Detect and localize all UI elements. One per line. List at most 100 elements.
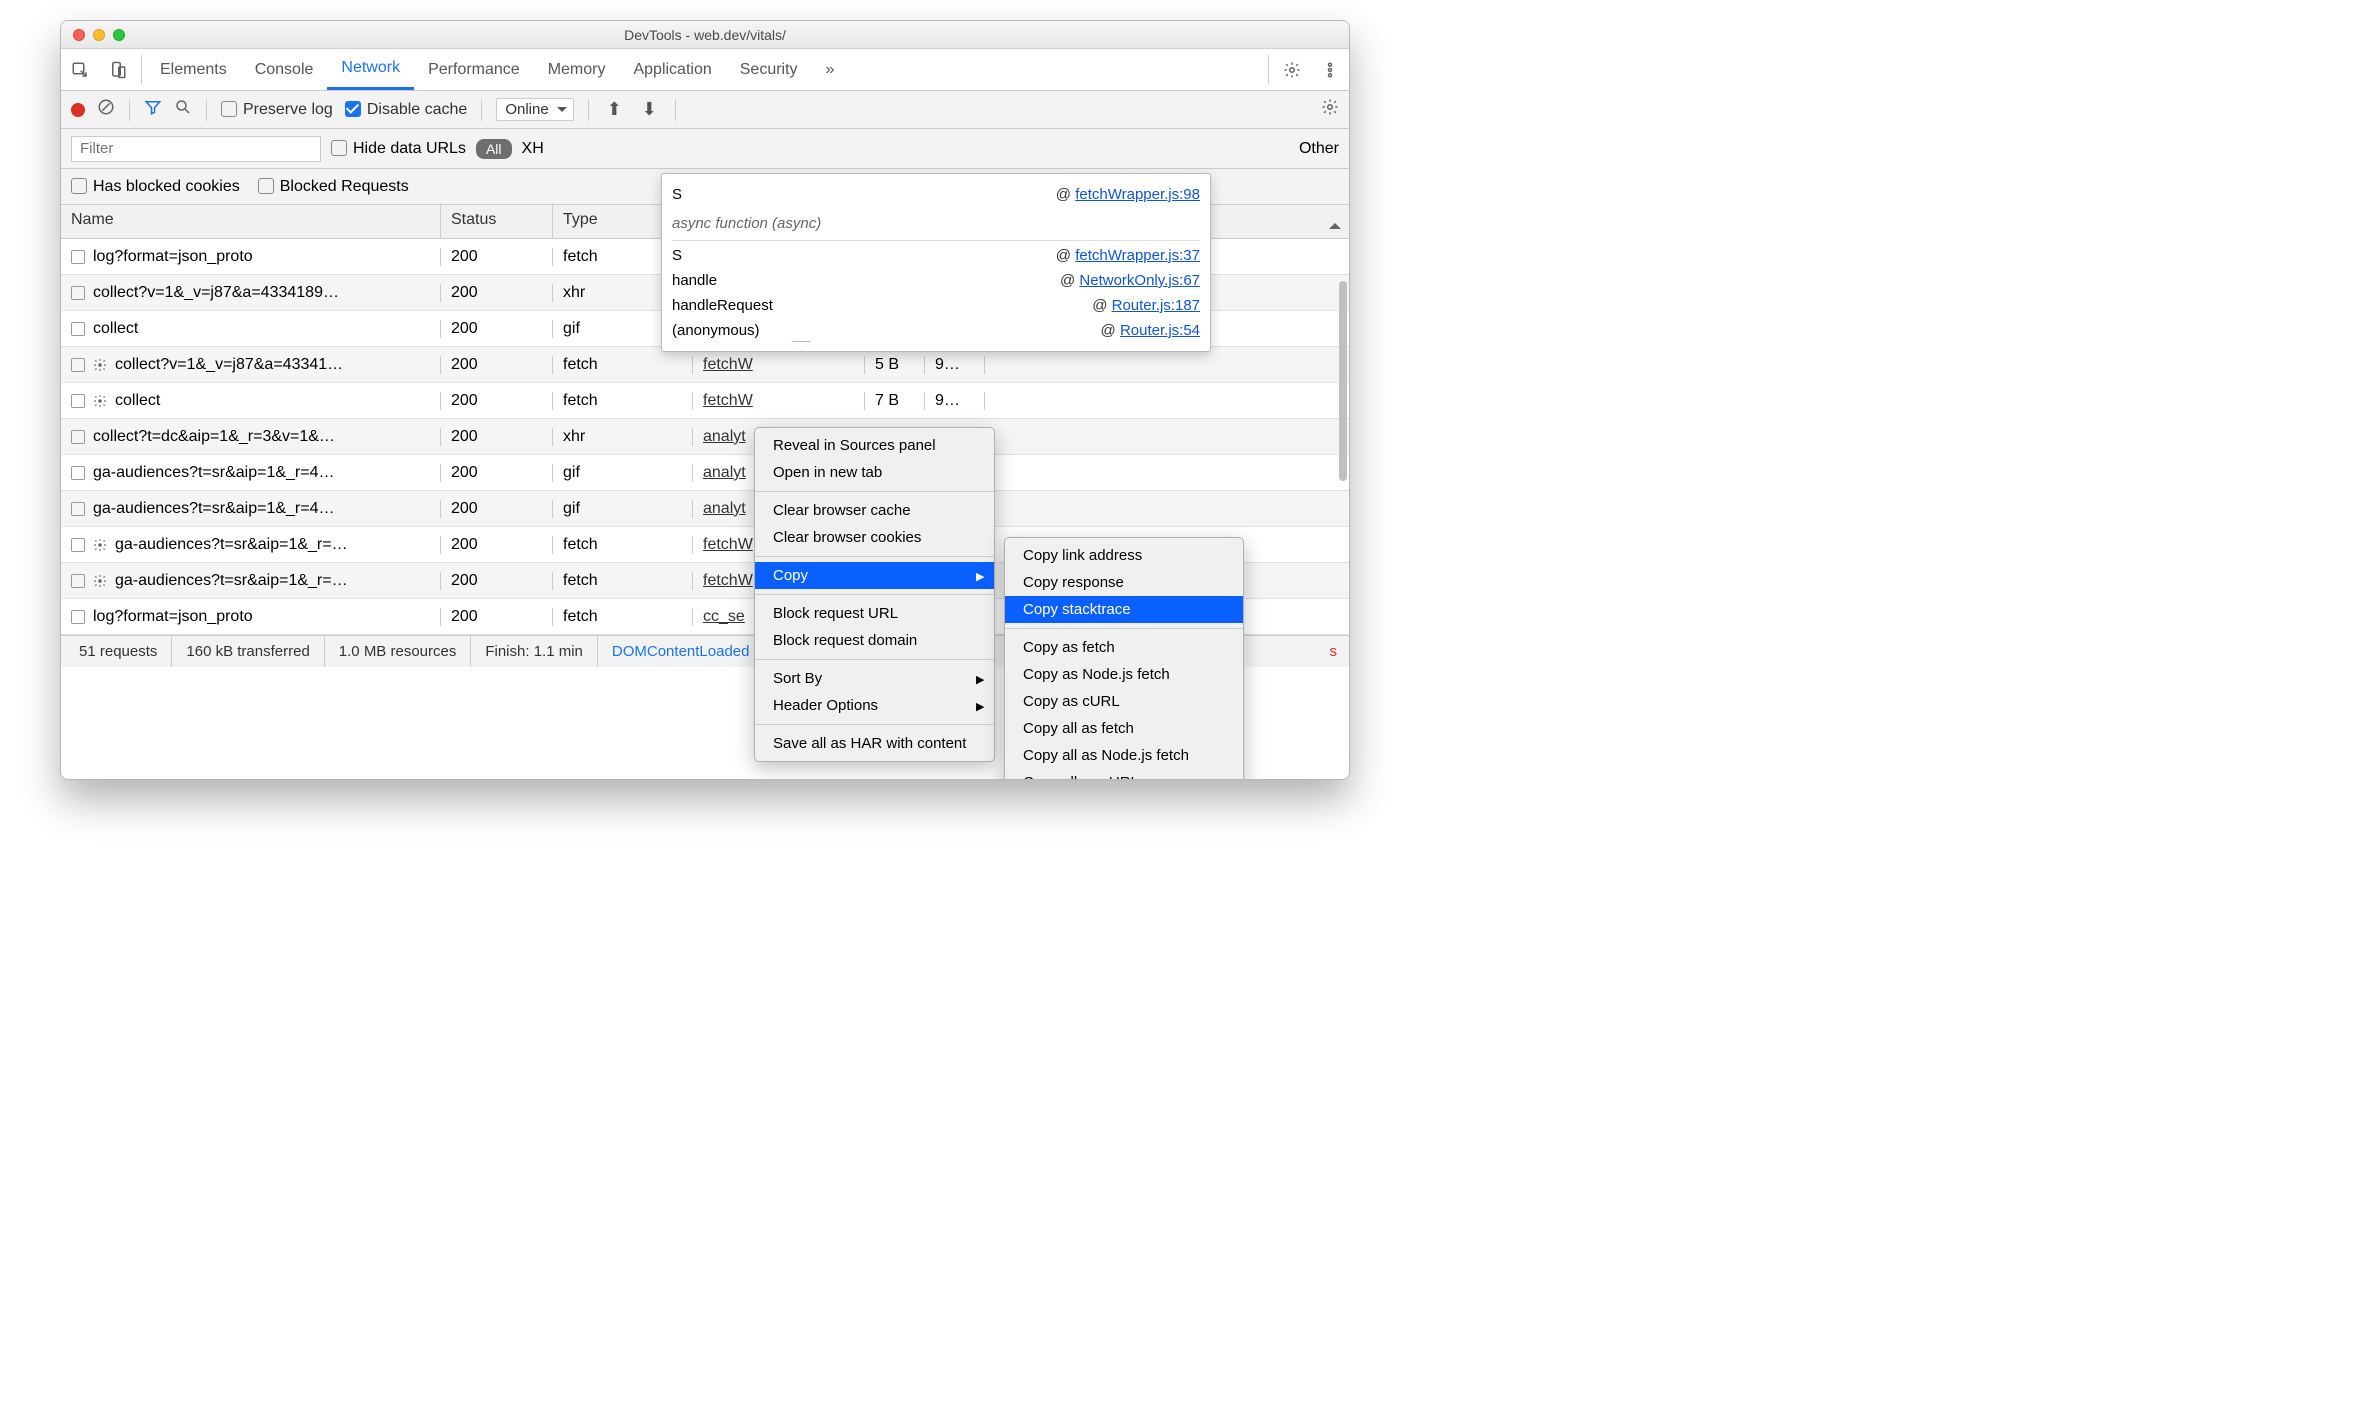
filter-xh[interactable]: XH [522, 140, 544, 158]
row-checkbox[interactable] [71, 574, 85, 588]
table-row[interactable]: ga-audiences?t=sr&aip=1&_r=4…200gifanaly… [61, 491, 1349, 527]
menu-item[interactable]: Block request domain [755, 627, 994, 654]
row-checkbox[interactable] [71, 430, 85, 444]
row-checkbox[interactable] [71, 358, 85, 372]
row-checkbox[interactable] [71, 538, 85, 552]
disable-cache-checkbox[interactable]: Disable cache [345, 101, 468, 119]
row-checkbox[interactable] [71, 610, 85, 624]
preserve-log-checkbox[interactable]: Preserve log [221, 101, 333, 119]
request-name: ga-audiences?t=sr&aip=1&_r=4… [93, 500, 335, 518]
blocked-requests-checkbox[interactable]: Blocked Requests [258, 178, 409, 196]
menu-item[interactable]: Copy [755, 562, 994, 589]
status-dcl: DOMContentLoaded [598, 636, 765, 667]
minimize-icon[interactable] [93, 29, 105, 41]
tab-performance[interactable]: Performance [414, 49, 534, 90]
request-initiator[interactable]: fetchW [693, 356, 865, 374]
upload-har-icon[interactable]: ⬆ [603, 99, 626, 120]
row-checkbox[interactable] [71, 394, 85, 408]
menu-item[interactable]: Copy all as Node.js fetch [1005, 742, 1243, 769]
stack-link[interactable]: fetchWrapper.js:37 [1075, 247, 1200, 264]
tab-elements[interactable]: Elements [146, 49, 241, 90]
menu-item[interactable]: Clear browser cookies [755, 524, 994, 551]
zoom-icon[interactable] [113, 29, 125, 41]
table-row[interactable]: ga-audiences?t=sr&aip=1&_r=4…200gifanaly… [61, 455, 1349, 491]
tab-network[interactable]: Network [327, 49, 414, 90]
status-requests: 51 requests [65, 636, 172, 667]
menu-item[interactable]: Copy as fetch [1005, 634, 1243, 661]
tab-memory[interactable]: Memory [534, 49, 620, 90]
request-name: collect [93, 320, 138, 338]
more-tabs-icon[interactable]: » [812, 49, 849, 90]
header-status[interactable]: Status [441, 205, 553, 238]
request-status: 200 [441, 392, 553, 410]
menu-item[interactable]: Copy as cURL [1005, 688, 1243, 715]
request-type: fetch [553, 392, 693, 410]
network-toolbar: Preserve log Disable cache Online ⬆ ⬇ [61, 91, 1349, 129]
row-checkbox[interactable] [71, 250, 85, 264]
request-name: collect?v=1&_v=j87&a=43341… [115, 356, 343, 374]
row-checkbox[interactable] [71, 322, 85, 336]
tab-security[interactable]: Security [726, 49, 812, 90]
request-initiator[interactable]: fetchW [693, 392, 865, 410]
hide-data-urls-checkbox[interactable]: Hide data URLs [331, 140, 466, 158]
menu-item[interactable]: Sort By [755, 665, 994, 692]
request-type: fetch [553, 572, 693, 590]
table-row[interactable]: collect?t=dc&aip=1&_r=3&v=1&…200xhranaly… [61, 419, 1349, 455]
request-type: fetch [553, 536, 693, 554]
menu-item[interactable]: Copy stacktrace [1005, 596, 1243, 623]
request-name: log?format=json_proto [93, 608, 253, 626]
status-load: s [1330, 643, 1346, 660]
menu-item[interactable]: Copy link address [1005, 542, 1243, 569]
request-type: gif [553, 500, 693, 518]
inspect-icon[interactable] [61, 49, 99, 90]
tab-application[interactable]: Application [619, 49, 725, 90]
service-worker-icon [93, 358, 107, 372]
throttle-select[interactable]: Online [496, 98, 573, 121]
network-settings-icon[interactable] [1321, 98, 1339, 121]
kebab-icon[interactable] [1311, 49, 1349, 90]
panel-tabs: Elements Console Network Performance Mem… [146, 49, 1264, 90]
row-checkbox[interactable] [71, 286, 85, 300]
stack-link[interactable]: NetworkOnly.js:67 [1079, 272, 1200, 289]
stack-link[interactable]: Router.js:54 [1120, 322, 1200, 339]
request-status: 200 [441, 608, 553, 626]
stack-link[interactable]: Router.js:187 [1112, 297, 1200, 314]
menu-item[interactable]: Save all as HAR with content [755, 730, 994, 757]
record-button[interactable] [71, 103, 85, 117]
download-har-icon[interactable]: ⬇ [638, 99, 661, 120]
menu-item[interactable]: Copy response [1005, 569, 1243, 596]
filter-icon[interactable] [144, 98, 162, 121]
table-row[interactable]: collect?v=1&_v=j87&a=43341…200fetchfetch… [61, 347, 1349, 383]
close-icon[interactable] [73, 29, 85, 41]
sort-asc-icon [1329, 217, 1341, 229]
filter-input[interactable] [71, 136, 321, 162]
clear-icon[interactable] [97, 98, 115, 121]
traffic-lights [61, 29, 125, 41]
scrollbar[interactable] [1339, 281, 1347, 481]
settings-icon[interactable] [1273, 49, 1311, 90]
search-icon[interactable] [174, 98, 192, 121]
menu-item[interactable]: Open in new tab [755, 459, 994, 486]
device-icon[interactable] [99, 49, 137, 90]
menu-item[interactable]: Copy all as fetch [1005, 715, 1243, 742]
window-title: DevTools - web.dev/vitals/ [61, 27, 1349, 43]
request-name: collect?t=dc&aip=1&_r=3&v=1&… [93, 428, 335, 446]
menu-item[interactable]: Copy as Node.js fetch [1005, 661, 1243, 688]
header-name[interactable]: Name [61, 205, 441, 238]
row-checkbox[interactable] [71, 466, 85, 480]
table-row[interactable]: collect200fetchfetchW7 B9… [61, 383, 1349, 419]
stack-link[interactable]: fetchWrapper.js:98 [1075, 186, 1200, 203]
menu-item[interactable]: Block request URL [755, 600, 994, 627]
menu-item[interactable]: Clear browser cache [755, 497, 994, 524]
menu-item[interactable]: Copy all as cURL [1005, 769, 1243, 780]
request-size: 7 B [865, 392, 925, 410]
menu-item[interactable]: Reveal in Sources panel [755, 432, 994, 459]
tab-console[interactable]: Console [241, 49, 328, 90]
menu-item[interactable]: Header Options [755, 692, 994, 719]
row-checkbox[interactable] [71, 502, 85, 516]
status-transferred: 160 kB transferred [172, 636, 324, 667]
has-blocked-cookies-checkbox[interactable]: Has blocked cookies [71, 178, 240, 196]
filter-other[interactable]: Other [1299, 140, 1339, 158]
filter-all[interactable]: All [476, 139, 512, 159]
request-name: log?format=json_proto [93, 248, 253, 266]
